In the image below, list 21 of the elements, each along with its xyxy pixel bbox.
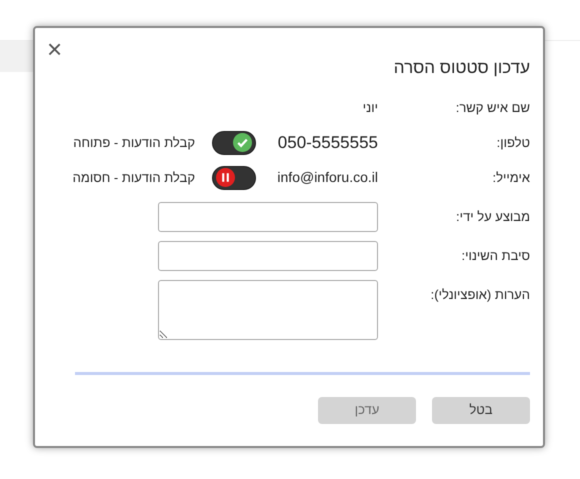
field-label: שם איש קשר: xyxy=(454,99,530,117)
status-text: קבלת הודעות - חסומה xyxy=(72,168,195,187)
contact-name: יוני xyxy=(362,99,378,117)
field-label: סיבת השינוי: xyxy=(460,246,530,264)
contact-value: 050-5555555 xyxy=(276,132,378,154)
close-button[interactable]: × xyxy=(47,38,62,60)
contact-value: info@inforu.co.il xyxy=(276,168,378,187)
status-text: קבלת הודעות - פתוחה xyxy=(73,134,195,152)
input-field[interactable] xyxy=(158,202,378,232)
toggle-switch[interactable] xyxy=(212,130,256,154)
field-label: אימייל: xyxy=(492,168,530,187)
field-label: הערות (אופציונלי): xyxy=(430,286,530,304)
input-field[interactable] xyxy=(158,240,378,270)
field-label: מבוצע על ידי: xyxy=(455,208,530,226)
field-label: טלפון: xyxy=(496,134,530,152)
action-button[interactable]: בטל xyxy=(432,396,530,424)
pause-icon xyxy=(216,168,235,187)
check-icon xyxy=(233,133,252,152)
toggle-switch[interactable] xyxy=(212,166,256,190)
dialog-title: עדכון סטטוס הסרה xyxy=(392,57,530,79)
comments-field[interactable] xyxy=(158,280,378,340)
